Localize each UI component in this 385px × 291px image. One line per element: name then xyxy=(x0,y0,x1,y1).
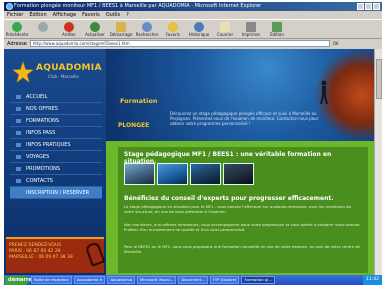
promo-banner[interactable]: PRENEZ RENDEZ-VOUS PARIS : 06 87 00 42 2… xyxy=(6,237,106,273)
history-icon xyxy=(194,22,204,32)
address-field[interactable]: http://www.aquadomia.com/stagemf1bees1.h… xyxy=(29,40,330,47)
address-bar: Adresse http://www.aquadomia.com/stagemf… xyxy=(4,39,382,48)
taskbar-item-aquadomia[interactable]: Aquadomia xyxy=(107,276,135,284)
site-nav: ACCUEIL NOS OFFRES FORMATIONS INFOS PASS xyxy=(10,91,102,199)
vertical-scrollbar[interactable] xyxy=(374,49,382,275)
taskbar-item-formation[interactable]: Formation pl... xyxy=(241,276,275,284)
taskbar-item-visual[interactable]: Microsoft Visual... xyxy=(136,276,177,284)
nav-item-promotions[interactable]: PROMOTIONS xyxy=(10,163,102,175)
nav-item-infos-pass[interactable]: INFOS PASS xyxy=(10,127,102,139)
nav-item-infos-pratiques[interactable]: INFOS PRATIQUES xyxy=(10,139,102,151)
address-label: Adresse xyxy=(7,40,27,47)
nav-bullet-icon xyxy=(16,95,21,99)
browser-toolbar: Précédente Arrêter Actualiser Démarrage … xyxy=(4,19,382,39)
nav-bullet-icon xyxy=(16,143,21,147)
nav-bullet-icon xyxy=(16,119,21,123)
history-button[interactable]: Historique xyxy=(188,20,210,40)
mail-button[interactable]: Courrier xyxy=(214,20,236,40)
window-controls xyxy=(357,3,380,10)
taskbar-item-inbox[interactable]: Boîte de réception xyxy=(31,276,72,284)
photo-instructor[interactable] xyxy=(223,163,254,185)
hero-title: Formation xyxy=(120,97,158,105)
taskbar-item-ftp[interactable]: FTP Explorer xyxy=(209,276,240,284)
window-title: Formation plongée moniteur MF1 / BEES1 à… xyxy=(14,3,262,9)
photo-divers-group[interactable] xyxy=(124,163,155,185)
print-button[interactable]: Imprimer xyxy=(240,20,262,40)
photo-strip xyxy=(124,163,254,185)
hero-description: Découvrez un stage pédagogique plongée e… xyxy=(170,111,319,126)
back-button[interactable]: Précédente xyxy=(6,20,28,40)
photo-frame: Formation plongée moniteur MF1 / BEES1 à… xyxy=(0,0,385,291)
go-button[interactable]: OK xyxy=(333,41,339,46)
content-paragraph-3: Pour le BEES1 ou le MF1, nous vous propo… xyxy=(124,244,360,254)
photo-underwater-diver[interactable] xyxy=(157,163,188,185)
favorites-star-icon xyxy=(168,22,178,32)
favorites-button[interactable]: Favoris xyxy=(162,20,184,40)
nav-item-contacts[interactable]: CONTACTS xyxy=(10,175,102,187)
edit-icon xyxy=(272,22,282,32)
refresh-button[interactable]: Actualiser xyxy=(84,20,106,40)
menu-file[interactable]: Fichier xyxy=(7,11,23,19)
menu-view[interactable]: Affichage xyxy=(53,11,77,19)
site-logo-subtitle: Club - Marseille xyxy=(48,74,79,79)
home-icon xyxy=(116,22,126,32)
browser-window: Formation plongée moniteur MF1 / BEES1 à… xyxy=(4,2,382,285)
site-logo-name[interactable]: AQUADOMIA xyxy=(36,63,102,73)
photo-diver-portrait[interactable] xyxy=(190,163,221,185)
hero-subtitle: PLONGEE xyxy=(118,122,150,129)
content-area: Stage pédagogique MF1 / BEES1 : une véri… xyxy=(106,141,374,275)
print-icon xyxy=(246,22,256,32)
forward-button[interactable] xyxy=(32,20,54,40)
edit-button[interactable]: Édition xyxy=(266,20,288,40)
internet-explorer-icon xyxy=(6,3,13,10)
benefits-title: Bénéficiez du conseil d'experts pour pro… xyxy=(124,195,334,202)
nav-bullet-icon xyxy=(16,107,21,111)
nav-item-offres[interactable]: NOS OFFRES xyxy=(10,103,102,115)
menu-favorites[interactable]: Favoris xyxy=(82,11,100,19)
menu-edit[interactable]: Édition xyxy=(29,11,46,19)
minimize-button[interactable] xyxy=(357,3,364,10)
search-icon xyxy=(142,22,152,32)
nav-bullet-icon xyxy=(16,155,21,159)
hero-banner: Formation PLONGEE Découvrez un stage péd… xyxy=(106,49,374,141)
mail-icon xyxy=(220,22,230,32)
nav-item-accueil[interactable]: ACCUEIL xyxy=(10,91,102,103)
scrollbar-thumb[interactable] xyxy=(376,59,382,99)
window-titlebar[interactable]: Formation plongée moniteur MF1 / BEES1 à… xyxy=(4,2,382,11)
content-panel: Stage pédagogique MF1 / BEES1 : une véri… xyxy=(118,147,368,273)
content-paragraph-1: Le stage pédagogique en situation pour l… xyxy=(124,204,351,214)
system-clock: 11:42 xyxy=(363,275,382,285)
nav-item-voyages[interactable]: VOYAGES xyxy=(10,151,102,163)
forward-arrow-icon xyxy=(38,22,48,32)
starfish-logo-icon xyxy=(12,61,34,83)
nav-item-formations[interactable]: FORMATIONS xyxy=(10,115,102,127)
nav-bullet-icon xyxy=(16,131,21,135)
stop-button[interactable]: Arrêter xyxy=(58,20,80,40)
back-arrow-icon xyxy=(12,22,22,32)
menu-help[interactable]: ? xyxy=(126,11,129,19)
promo-line-3: MARSEILLE : 06 09 07 38 39 xyxy=(9,255,73,260)
page-viewport: AQUADOMIA Club - Marseille ACCUEIL NOS O… xyxy=(4,49,374,275)
diver-silhouette-icon xyxy=(320,80,328,104)
nav-bullet-icon xyxy=(16,179,21,183)
home-button[interactable]: Démarrage xyxy=(110,20,132,40)
maximize-button[interactable] xyxy=(365,3,372,10)
start-button[interactable]: démarrer xyxy=(5,275,34,285)
site-sidebar: AQUADOMIA Club - Marseille ACCUEIL NOS O… xyxy=(4,49,106,275)
search-button[interactable]: Rechercher xyxy=(136,20,158,40)
windows-taskbar: démarrer Boîte de réception Aquadomia fr… xyxy=(4,275,382,285)
stop-icon xyxy=(64,22,74,32)
content-paragraph-2: Nos moniteurs, eux-mêmes formateurs, vou… xyxy=(124,222,361,232)
menu-bar: Fichier Édition Affichage Favoris Outils… xyxy=(4,11,382,19)
taskbar-item-aquadomia-fr[interactable]: Aquadomia fr xyxy=(73,276,106,284)
nav-item-inscription[interactable]: INSCRIPTION / RESERVER xyxy=(10,187,102,199)
close-button[interactable] xyxy=(373,3,380,10)
taskbar-item-document[interactable]: Document... xyxy=(178,276,208,284)
refresh-icon xyxy=(90,22,100,32)
nav-bullet-icon xyxy=(16,167,21,171)
phone-icon xyxy=(84,241,106,267)
menu-tools[interactable]: Outils xyxy=(106,11,120,19)
